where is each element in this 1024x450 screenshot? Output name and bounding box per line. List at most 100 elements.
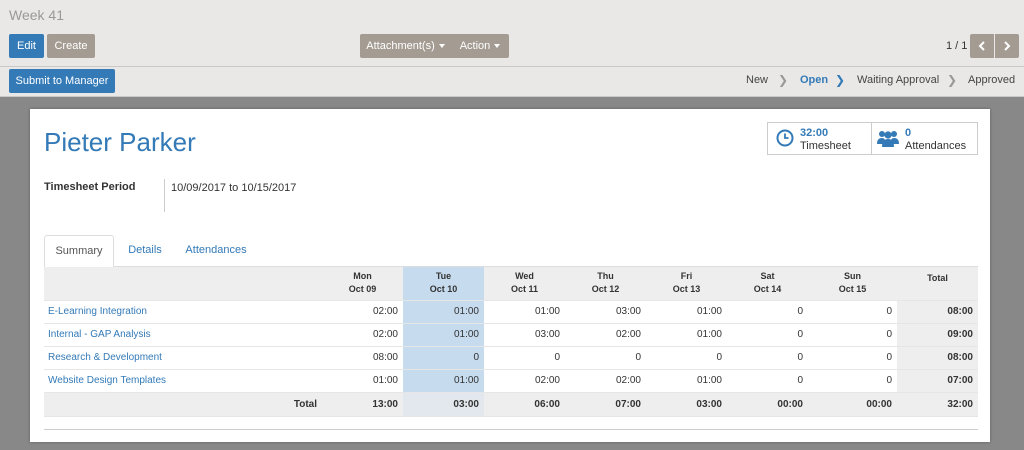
pager-prev-button[interactable]: [970, 34, 994, 58]
pager-next-button[interactable]: [995, 34, 1019, 58]
attachments-dropdown[interactable]: Attachment(s): [360, 34, 451, 58]
tab-summary[interactable]: Summary: [44, 235, 114, 268]
grid-header-day: Mon Oct 09: [322, 267, 403, 301]
smart-buttons: 32:00 Timesheet 0 Attendances: [767, 122, 978, 155]
grand-total: 32:00: [897, 392, 978, 417]
grid-cell[interactable]: 02:00: [322, 323, 403, 347]
caret-down-icon: [494, 44, 501, 49]
grid-cell[interactable]: 0: [727, 300, 808, 324]
timesheet-period-label: Timesheet Period: [44, 181, 136, 193]
clock-icon: [776, 129, 794, 147]
grid-cell[interactable]: 0: [565, 346, 646, 370]
submit-to-manager-button[interactable]: Submit to Manager: [9, 69, 115, 93]
grid-cell[interactable]: 02:00: [565, 323, 646, 347]
row-total: 07:00: [897, 369, 978, 393]
grid-cell[interactable]: 0: [403, 346, 484, 370]
footer-total-cell: 00:00: [727, 392, 808, 417]
timesheet-smart-button[interactable]: 32:00 Timesheet: [768, 123, 872, 154]
timesheet-grid: Mon Oct 09 Tue Oct 10 Wed Oct 11 Thu Oct 12 …: [44, 267, 978, 417]
timesheet-period-value: 10/09/2017 to 10/15/2017: [171, 182, 297, 194]
grid-cell[interactable]: 0: [808, 323, 897, 347]
grid-footer-row: Total 13:00 03:00 06:00 07:00 03:00 00:0…: [44, 392, 978, 417]
create-button[interactable]: Create: [47, 34, 95, 58]
divider: [44, 429, 978, 430]
notebook-tabs: Summary Details Attendances: [44, 235, 978, 268]
employee-name: Pieter Parker: [44, 127, 196, 157]
grid-cell[interactable]: 0: [808, 300, 897, 324]
tab-details[interactable]: Details: [117, 235, 173, 267]
attendances-label: Attendances: [905, 140, 967, 152]
chevron-right-icon: ❯: [835, 73, 846, 87]
table-row: Internal - GAP Analysis 02:00 01:00 03:0…: [44, 323, 978, 347]
grid-cell[interactable]: 02:00: [565, 369, 646, 393]
grid-cell[interactable]: 02:00: [322, 300, 403, 324]
grid-cell[interactable]: 01:00: [322, 369, 403, 393]
grid-cell[interactable]: 0: [727, 346, 808, 370]
grid-cell[interactable]: 03:00: [484, 323, 565, 347]
field-divider: [164, 179, 165, 212]
tab-attendances[interactable]: Attendances: [176, 235, 256, 267]
breadcrumb: Week 41: [9, 7, 64, 23]
grid-header-day: Sun Oct 15: [808, 267, 897, 301]
grid-cell[interactable]: 01:00: [646, 369, 727, 393]
status-bar: Submit to Manager New ❯ Open ❯ Waiting A…: [0, 67, 1024, 96]
footer-total-label: Total: [44, 392, 322, 417]
attachments-label: Attachment(s): [366, 40, 435, 52]
project-link[interactable]: Internal - GAP Analysis: [44, 323, 322, 347]
chevron-right-icon: ❯: [778, 73, 789, 87]
grid-header-day: Wed Oct 11: [484, 267, 565, 301]
pager-value: 1 / 1: [946, 40, 968, 52]
control-panel: Week 41 Edit Create Attachment(s) Action…: [0, 0, 1024, 97]
attendances-value: 0: [905, 127, 912, 139]
edit-button[interactable]: Edit: [9, 34, 44, 58]
table-row: Website Design Templates 01:00 01:00 02:…: [44, 369, 978, 393]
grid-header-day: Sat Oct 14: [727, 267, 808, 301]
footer-total-cell: 06:00: [484, 392, 565, 417]
attendances-smart-button[interactable]: 0 Attendances: [873, 123, 977, 154]
project-link[interactable]: Website Design Templates: [44, 369, 322, 393]
grid-cell[interactable]: 08:00: [322, 346, 403, 370]
stage-waiting-approval[interactable]: Waiting Approval: [857, 74, 939, 86]
grid-cell[interactable]: 01:00: [403, 300, 484, 324]
grid-header-row: Mon Oct 09 Tue Oct 10 Wed Oct 11 Thu Oct 12 …: [44, 267, 978, 301]
grid-cell[interactable]: 01:00: [646, 300, 727, 324]
row-total: 09:00: [897, 323, 978, 347]
grid-cell[interactable]: 01:00: [484, 300, 565, 324]
footer-total-cell: 07:00: [565, 392, 646, 417]
stage-approved[interactable]: Approved: [968, 74, 1015, 86]
caret-down-icon: [438, 44, 445, 49]
grid-header-project: [44, 267, 322, 301]
grid-cell[interactable]: 0: [727, 323, 808, 347]
form-sheet: Pieter Parker 32:00 Timesheet 0 Attendan…: [30, 109, 990, 442]
chevron-right-icon: ❯: [947, 73, 958, 87]
row-total: 08:00: [897, 300, 978, 324]
grid-cell[interactable]: 0: [808, 369, 897, 393]
stage-open[interactable]: Open: [800, 74, 828, 86]
grid-cell[interactable]: 0: [484, 346, 565, 370]
grid-cell[interactable]: 0: [808, 346, 897, 370]
users-icon: [877, 131, 899, 147]
grid-cell[interactable]: 01:00: [646, 323, 727, 347]
footer-total-cell: 03:00: [646, 392, 727, 417]
table-row: Research & Development 08:00 0 0 0 0 0 0…: [44, 346, 978, 370]
grid-cell[interactable]: 0: [727, 369, 808, 393]
grid-cell[interactable]: 02:00: [484, 369, 565, 393]
grid-cell[interactable]: 0: [646, 346, 727, 370]
grid-cell[interactable]: 01:00: [403, 323, 484, 347]
chevron-left-icon: [978, 41, 985, 51]
timesheet-label: Timesheet: [800, 140, 851, 152]
project-link[interactable]: Research & Development: [44, 346, 322, 370]
action-dropdown[interactable]: Action: [451, 34, 509, 58]
row-total: 08:00: [897, 346, 978, 370]
grid-header-day: Tue Oct 10: [403, 267, 484, 301]
grid-header-day: Thu Oct 12: [565, 267, 646, 301]
action-label: Action: [459, 40, 491, 52]
footer-total-cell: 00:00: [808, 392, 897, 417]
grid-header-total: Total: [897, 267, 978, 301]
grid-header-day: Fri Oct 13: [646, 267, 727, 301]
grid-cell[interactable]: 03:00: [565, 300, 646, 324]
chevron-right-icon: [1004, 41, 1011, 51]
project-link[interactable]: E-Learning Integration: [44, 300, 322, 324]
grid-cell[interactable]: 01:00: [403, 369, 484, 393]
stage-new[interactable]: New: [746, 74, 768, 86]
